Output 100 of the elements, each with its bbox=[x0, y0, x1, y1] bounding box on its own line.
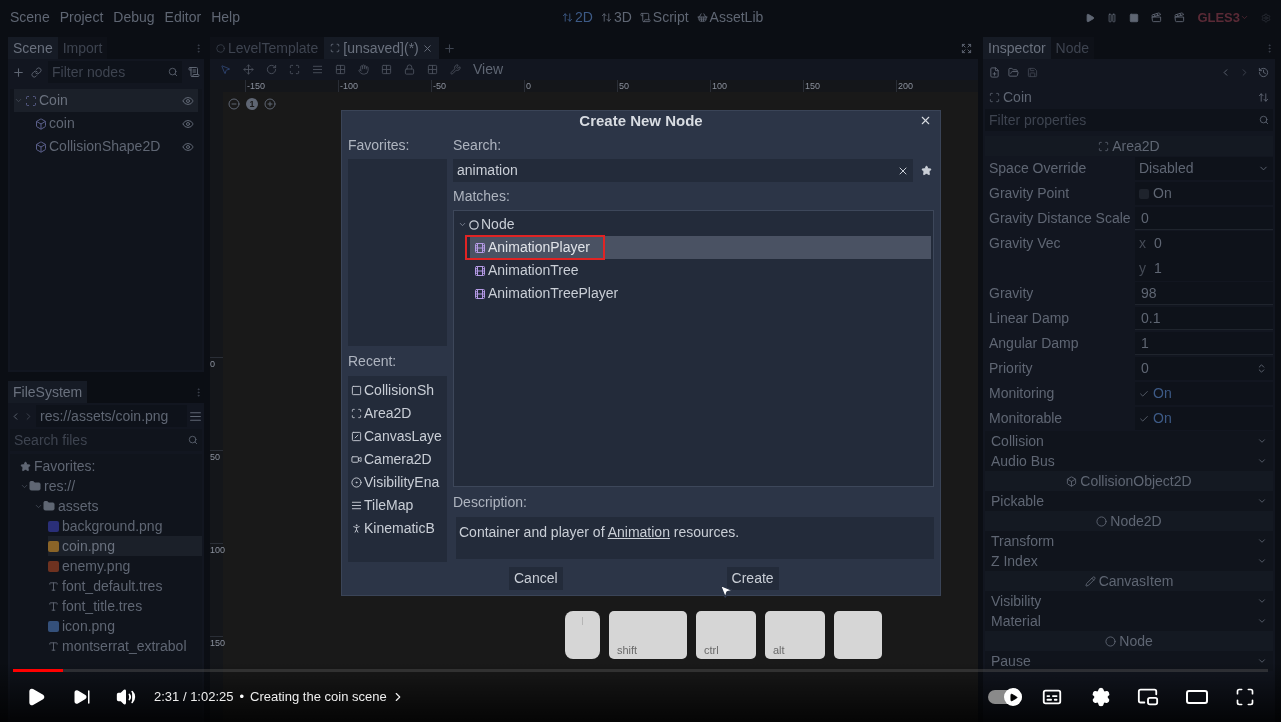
property-group[interactable]: Pause bbox=[985, 651, 1273, 671]
view-menu[interactable]: View bbox=[473, 59, 504, 80]
property-group[interactable]: Audio Bus bbox=[985, 451, 1273, 471]
search-field[interactable]: animation bbox=[453, 159, 913, 182]
play-custom-scene-icon[interactable] bbox=[1174, 12, 1186, 23]
property-group[interactable]: Visibility bbox=[985, 591, 1273, 611]
dialog-button[interactable]: Cancel bbox=[509, 567, 563, 590]
menu-item[interactable]: Help bbox=[211, 7, 240, 28]
pause-icon[interactable] bbox=[1107, 12, 1118, 23]
spin-field[interactable]: 0 bbox=[1135, 357, 1273, 380]
move-tool-icon[interactable] bbox=[243, 64, 254, 75]
property-group[interactable]: Pickable bbox=[985, 491, 1273, 511]
number-field[interactable]: 0 bbox=[1135, 207, 1273, 230]
play-scene-icon[interactable] bbox=[1151, 12, 1163, 23]
file-tree-item[interactable]: montserrat_extrabol bbox=[48, 636, 202, 656]
recent-item[interactable]: CollisionSh bbox=[348, 379, 447, 402]
property-dropdown[interactable]: Disabled bbox=[1135, 157, 1273, 180]
match-item[interactable]: AnimationTree bbox=[470, 259, 931, 282]
document-tab[interactable]: [unsaved](*) bbox=[324, 37, 439, 59]
add-node-icon[interactable] bbox=[12, 65, 25, 79]
lock-icon[interactable] bbox=[404, 64, 415, 75]
workspace-tab[interactable]: AssetLib bbox=[696, 7, 764, 28]
fullscreen-icon[interactable] bbox=[1235, 687, 1255, 707]
workspace-tab[interactable]: Script bbox=[639, 7, 689, 28]
recent-item[interactable]: Camera2D bbox=[348, 448, 447, 471]
file-tree-item[interactable]: coin.png bbox=[48, 536, 202, 556]
sort-icon[interactable] bbox=[1258, 91, 1269, 103]
dock-tab[interactable]: Inspector bbox=[983, 37, 1051, 59]
file-tree-item[interactable]: Favorites: bbox=[20, 456, 202, 476]
file-tree-item[interactable]: font_title.tres bbox=[48, 596, 202, 616]
volume-icon[interactable] bbox=[116, 687, 136, 707]
scene-tree-item[interactable]: CollisionShape2D bbox=[24, 135, 198, 158]
list-view-icon[interactable] bbox=[189, 409, 202, 423]
select-tool-icon[interactable] bbox=[220, 64, 231, 75]
zoom-out-icon[interactable] bbox=[228, 98, 240, 110]
wrench-icon[interactable] bbox=[450, 64, 461, 75]
next-icon[interactable] bbox=[73, 688, 91, 706]
dock-tab[interactable]: FileSystem bbox=[8, 381, 88, 403]
new-resource-icon[interactable] bbox=[989, 66, 1000, 78]
save-icon[interactable] bbox=[1027, 66, 1038, 78]
animation-link[interactable]: Animation bbox=[607, 524, 670, 540]
workspace-tab[interactable]: 3D bbox=[600, 7, 632, 28]
property-checkbox[interactable]: On bbox=[1135, 182, 1273, 205]
recent-item[interactable]: KinematicB bbox=[348, 517, 447, 540]
match-item[interactable]: AnimationTreePlayer bbox=[470, 282, 931, 305]
caret-icon[interactable] bbox=[458, 220, 467, 229]
close-icon[interactable] bbox=[919, 114, 932, 127]
property-group[interactable]: Material bbox=[985, 611, 1273, 631]
autoplay-switch[interactable] bbox=[988, 690, 1022, 704]
eye-icon[interactable] bbox=[182, 94, 194, 107]
match-item[interactable]: Node bbox=[456, 213, 931, 236]
path-field[interactable]: res://assets/coin.png bbox=[36, 405, 187, 427]
menu-item[interactable]: Project bbox=[59, 7, 104, 28]
script-icon[interactable] bbox=[188, 66, 200, 78]
dialog-button[interactable]: Create bbox=[726, 567, 779, 590]
dock-tab[interactable]: Node bbox=[1050, 37, 1095, 59]
number-field[interactable]: 1 bbox=[1135, 332, 1273, 355]
vector-component-field[interactable]: y 1 bbox=[1135, 256, 1273, 281]
star-icon[interactable] bbox=[921, 165, 932, 176]
workspace-tab[interactable]: 2D bbox=[562, 7, 593, 28]
zoom-in-icon[interactable] bbox=[264, 98, 276, 110]
eye-icon[interactable] bbox=[182, 140, 194, 153]
file-tree-item[interactable]: font_default.tres bbox=[48, 576, 202, 596]
history-icon[interactable] bbox=[1258, 66, 1269, 78]
recent-item[interactable]: TileMap bbox=[348, 494, 447, 517]
property-group[interactable]: Z Index bbox=[985, 551, 1273, 571]
property-checkbox[interactable]: On bbox=[1135, 382, 1273, 405]
property-checkbox[interactable]: On bbox=[1135, 407, 1273, 430]
menu-item[interactable]: Debug bbox=[113, 7, 155, 28]
scene-tree-item[interactable]: Coin bbox=[14, 89, 198, 112]
play-icon[interactable] bbox=[26, 687, 46, 707]
chapter-title[interactable]: Creating the coin scene bbox=[250, 687, 405, 707]
caret-icon[interactable] bbox=[14, 96, 23, 105]
pan-tool-icon[interactable] bbox=[358, 64, 369, 75]
link-icon[interactable] bbox=[31, 66, 42, 78]
file-tree-item[interactable]: icon.png bbox=[48, 616, 202, 636]
recent-item[interactable]: VisibilityEna bbox=[348, 471, 447, 494]
dock-tab[interactable]: Import bbox=[57, 37, 108, 59]
stop-icon[interactable] bbox=[1129, 12, 1140, 23]
open-folder-icon[interactable] bbox=[1008, 66, 1019, 78]
file-tree-item[interactable]: res:// bbox=[20, 476, 202, 496]
rotate-tool-icon[interactable] bbox=[266, 64, 277, 75]
document-tab[interactable]: LevelTemplate bbox=[210, 37, 325, 59]
number-field[interactable]: 98 bbox=[1135, 282, 1273, 305]
property-group[interactable]: Transform bbox=[985, 531, 1273, 551]
recent-item[interactable]: Area2D bbox=[348, 402, 447, 425]
file-tree-item[interactable]: enemy.png bbox=[48, 556, 202, 576]
scene-tree-item[interactable]: coin bbox=[24, 112, 198, 135]
menu-item[interactable]: Editor bbox=[164, 7, 202, 28]
property-group[interactable]: Collision bbox=[985, 431, 1273, 451]
eye-icon[interactable] bbox=[182, 117, 194, 130]
miniplayer-icon[interactable] bbox=[1137, 686, 1159, 708]
recent-item[interactable]: CanvasLaye bbox=[348, 425, 447, 448]
menu-item[interactable]: Scene bbox=[10, 7, 50, 28]
dock-tab[interactable]: Scene bbox=[8, 37, 58, 59]
settings-icon[interactable] bbox=[1091, 687, 1111, 707]
renderer-dropdown[interactable]: GLES3 bbox=[1197, 7, 1249, 28]
file-tree-item[interactable]: background.png bbox=[48, 516, 202, 536]
zoom-reset-button[interactable]: 1 bbox=[246, 98, 258, 110]
vector-component-field[interactable]: x 0 bbox=[1135, 231, 1273, 256]
